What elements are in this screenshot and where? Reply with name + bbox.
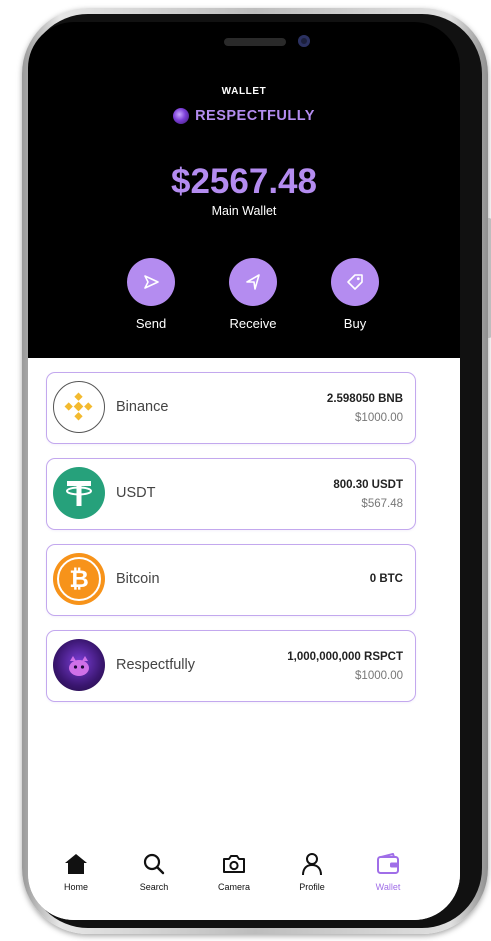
- send-button[interactable]: Send: [116, 258, 186, 331]
- brand: RESPECTFULLY: [28, 108, 460, 124]
- stage: WALLET RESPECTFULLY $2567.48 Main Wallet…: [0, 0, 491, 941]
- wallet-balance-label: Main Wallet: [211, 204, 277, 218]
- coin-name: Respectfully: [116, 657, 195, 673]
- coin-name: Bitcoin: [116, 571, 160, 587]
- wallet-icon: [372, 850, 404, 878]
- brand-name: RESPECTFULLY: [195, 108, 315, 124]
- wallet-balance: $2567.48: [171, 162, 317, 201]
- tether-icon: [53, 467, 105, 519]
- coin-row-bitcoin[interactable]: ₿ Bitcoin 0 BTC: [46, 544, 416, 616]
- profile-icon: [296, 850, 328, 878]
- nav-search[interactable]: Search: [124, 850, 184, 892]
- coin-usd-value: $1000.00: [355, 670, 403, 682]
- search-icon: [138, 850, 170, 878]
- coin-list: Binance 2.598050 BNB $1000.00 USDT 800.3…: [28, 358, 460, 920]
- coin-usd-value: $567.48: [361, 498, 403, 510]
- buy-label: Buy: [343, 316, 367, 331]
- coin-usd-value: $1000.00: [355, 412, 403, 424]
- coin-amount: 800.30 USDT: [333, 479, 403, 491]
- front-camera-icon: [298, 35, 310, 47]
- bottom-nav: Home Search Camera Profile Wallet: [28, 836, 460, 920]
- svg-text:₿: ₿: [69, 565, 89, 593]
- nav-label: Home: [63, 882, 88, 892]
- speaker-grille: [224, 38, 286, 46]
- coin-row-respectfully[interactable]: Respectfully 1,000,000,000 RSPCT $1000.0…: [46, 630, 416, 702]
- receive-button[interactable]: Receive: [218, 258, 288, 331]
- tag-icon: [331, 258, 379, 306]
- nav-label: Camera: [217, 882, 250, 892]
- coin-row-binance[interactable]: Binance 2.598050 BNB $1000.00: [46, 372, 416, 444]
- nav-label: Search: [139, 882, 169, 892]
- camera-icon: [218, 850, 250, 878]
- coin-amount: 1,000,000,000 RSPCT: [287, 651, 403, 663]
- brand-logo-icon: [173, 108, 190, 124]
- send-icon: [127, 258, 175, 306]
- phone-screen: WALLET RESPECTFULLY $2567.48 Main Wallet…: [28, 22, 460, 920]
- coin-name: Binance: [116, 399, 169, 415]
- respectfully-icon: [53, 639, 105, 691]
- bitcoin-icon: ₿: [53, 553, 105, 605]
- coin-amount: 0 BTC: [369, 573, 403, 585]
- receive-icon: [229, 258, 277, 306]
- nav-home[interactable]: Home: [46, 850, 106, 892]
- nav-label: Profile: [299, 882, 325, 892]
- coin-row-usdt[interactable]: USDT 800.30 USDT $567.48: [46, 458, 416, 530]
- receive-label: Receive: [229, 316, 277, 331]
- send-label: Send: [135, 316, 167, 331]
- nav-wallet[interactable]: Wallet: [358, 850, 418, 892]
- coin-amount: 2.598050 BNB: [326, 393, 403, 405]
- coin-name: USDT: [116, 485, 156, 501]
- binance-icon: [53, 381, 105, 433]
- buy-button[interactable]: Buy: [320, 258, 390, 331]
- nav-camera[interactable]: Camera: [204, 850, 264, 892]
- nav-label: Wallet: [375, 882, 401, 892]
- nav-profile[interactable]: Profile: [282, 850, 342, 892]
- page-title: WALLET: [221, 86, 267, 97]
- home-icon: [60, 850, 92, 878]
